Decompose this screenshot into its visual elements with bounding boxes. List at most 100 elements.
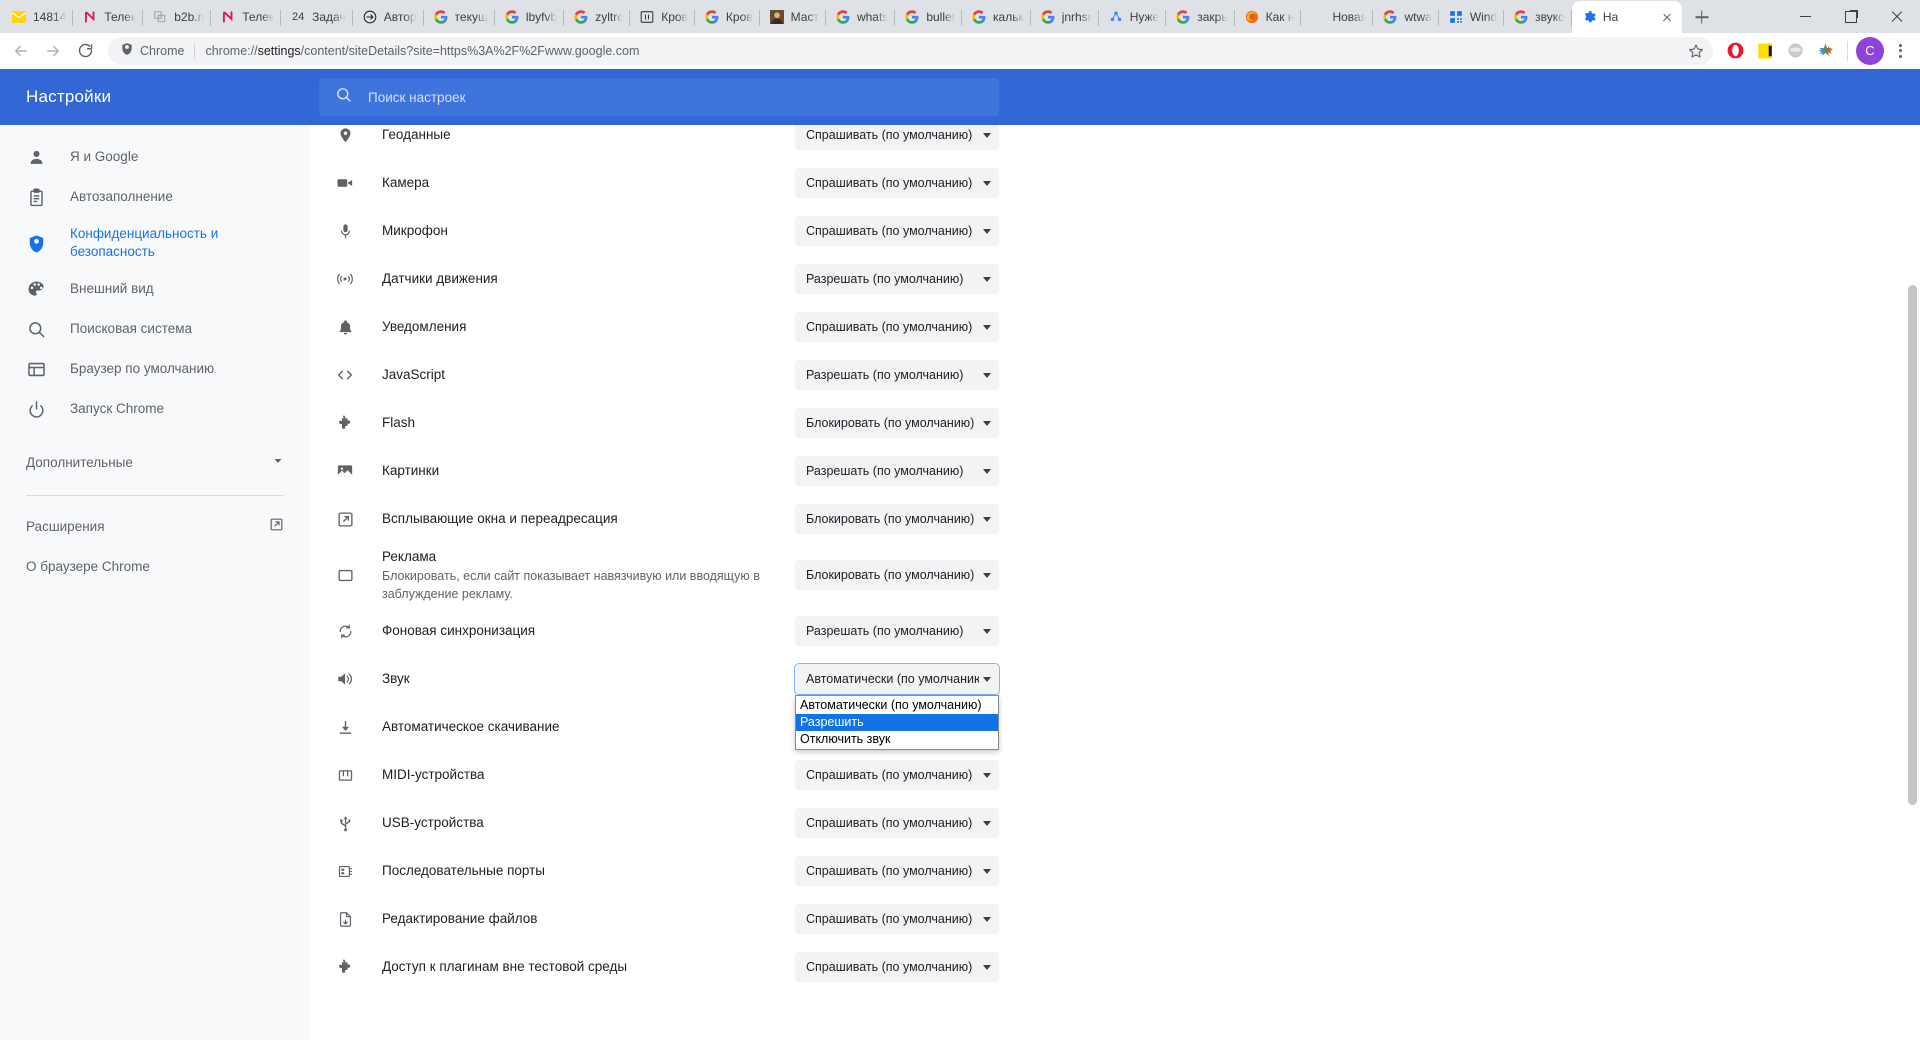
dropdown-option[interactable]: Автоматически (по умолчанию) (796, 697, 998, 714)
permission-select[interactable]: Спрашивать (по умолчанию) (795, 904, 999, 934)
settings-search-box[interactable] (319, 78, 999, 116)
minimize-button[interactable] (1782, 0, 1828, 33)
tab[interactable]: lbyfvb (495, 1, 564, 33)
forward-button[interactable] (38, 36, 68, 66)
permission-select[interactable]: Автоматически (по умолчанию) (795, 664, 999, 694)
reload-button[interactable] (70, 36, 100, 66)
permission-select[interactable]: Спрашивать (по умолчанию) (795, 808, 999, 838)
sidebar-item-3[interactable]: Внешний вид (0, 269, 290, 309)
tab[interactable]: Кров (630, 1, 695, 33)
sidebar-item-about-chrome[interactable]: О браузере Chrome (0, 546, 310, 586)
permission-label: Всплывающие окна и переадресация (382, 509, 783, 529)
close-window-button[interactable] (1874, 0, 1920, 33)
permission-text: Микрофон (382, 221, 795, 241)
permission-select-wrapper: Спрашивать (по умолчанию) (795, 856, 999, 886)
tab[interactable]: Автор (353, 1, 424, 33)
google-icon (1382, 9, 1398, 25)
permission-select[interactable]: Блокировать (по умолчанию) (795, 560, 999, 590)
permission-row: Последовательные портыСпрашивать (по умо… (319, 847, 999, 895)
tab[interactable]: звуко (1504, 1, 1572, 33)
permission-select[interactable]: Разрешать (по умолчанию) (795, 360, 999, 390)
tab[interactable]: 14814 (2, 1, 73, 33)
sidebar-item-1[interactable]: Автозаполнение (0, 177, 290, 217)
sidebar-item-4[interactable]: Поисковая система (0, 309, 290, 349)
back-button[interactable] (6, 36, 36, 66)
permission-select[interactable]: Блокировать (по умолчанию) (795, 408, 999, 438)
tab[interactable]: Нуже (1099, 1, 1167, 33)
permission-select[interactable]: Блокировать (по умолчанию) (795, 504, 999, 534)
tab[interactable]: Телек (73, 1, 143, 33)
permission-select[interactable]: Разрешать (по умолчанию) (795, 616, 999, 646)
scrollbar-thumb[interactable] (1908, 285, 1917, 805)
tab[interactable]: Как н (1235, 1, 1302, 33)
chrome-menu-icon[interactable] (1886, 37, 1914, 65)
tab[interactable]: Wind (1439, 1, 1504, 33)
search-input[interactable] (368, 90, 983, 105)
tab[interactable]: 24Задач (281, 1, 353, 33)
permission-select-wrapper: Спрашивать (по умолчанию) (795, 760, 999, 790)
dropdown-option[interactable]: Разрешить (796, 714, 998, 731)
permission-select[interactable]: Спрашивать (по умолчанию) (795, 312, 999, 342)
sound-dropdown-list[interactable]: Автоматически (по умолчанию)РазрешитьОтк… (795, 695, 999, 750)
tab[interactable]: jnrhsr (1031, 1, 1099, 33)
toolbar-divider (1847, 41, 1848, 61)
sidebar-item-2[interactable]: Конфиденциальность ибезопасность (0, 217, 290, 269)
permission-select[interactable]: Разрешать (по умолчанию) (795, 456, 999, 486)
tab[interactable]: whats (826, 1, 895, 33)
tab[interactable]: zyltrc (564, 1, 630, 33)
sidebar-item-0[interactable]: Я и Google (0, 137, 290, 177)
avatar[interactable]: C (1856, 37, 1884, 65)
page-scrollbar[interactable] (1905, 125, 1920, 1040)
permission-text: Датчики движения (382, 269, 795, 289)
chevron-down-icon (983, 773, 991, 778)
permission-label: MIDI-устройства (382, 765, 783, 785)
dropdown-option[interactable]: Отключить звук (796, 731, 998, 748)
permission-select-value: Блокировать (по умолчанию) (806, 512, 979, 526)
tab-active[interactable]: На (1572, 1, 1682, 33)
security-chip[interactable]: Chrome (120, 42, 184, 59)
permission-select[interactable]: Разрешать (по умолчанию) (795, 264, 999, 294)
grey-circle-icon[interactable] (1781, 37, 1809, 65)
sidebar-item-extensions[interactable]: Расширения (0, 506, 310, 546)
qr-icon (1448, 9, 1464, 25)
tab[interactable]: закрь (1166, 1, 1234, 33)
colorful-star-icon[interactable] (1811, 37, 1839, 65)
new-tab-button[interactable] (1688, 3, 1716, 31)
permission-row: УведомленияСпрашивать (по умолчанию) (319, 303, 999, 351)
permission-select-value: Спрашивать (по умолчанию) (806, 224, 979, 238)
tab[interactable]: Маст (760, 1, 826, 33)
permission-select[interactable]: Спрашивать (по умолчанию) (795, 952, 999, 982)
tab[interactable]: bullet (895, 1, 962, 33)
tab[interactable]: Кров (695, 1, 760, 33)
permission-select-wrapper: Спрашивать (по умолчанию) (795, 168, 999, 198)
permission-select[interactable]: Спрашивать (по умолчанию) (795, 168, 999, 198)
sidebar-item-advanced[interactable]: Дополнительные (0, 441, 310, 483)
ozon-icon (220, 9, 236, 25)
tab[interactable]: кальк (962, 1, 1031, 33)
address-bar[interactable]: Chrome chrome://settings/content/siteDet… (108, 37, 1713, 65)
bookmark-star-icon[interactable] (1683, 38, 1709, 64)
google-icon (504, 9, 520, 25)
permission-select-wrapper: Разрешать (по умолчанию) (795, 456, 999, 486)
yellow-note-icon[interactable] (1751, 37, 1779, 65)
tab[interactable]: b2b.n (143, 1, 211, 33)
permission-row: Всплывающие окна и переадресация Блокиров… (319, 495, 999, 543)
tab-close-icon[interactable] (1659, 9, 1675, 25)
sidebar-item-5[interactable]: Браузер по умолчанию (0, 349, 290, 389)
tab[interactable]: текущ (424, 1, 495, 33)
opera-vpn-icon[interactable] (1721, 37, 1749, 65)
permission-select[interactable]: Спрашивать (по умолчанию) (795, 856, 999, 886)
permission-label: Доступ к плагинам вне тестовой среды (382, 957, 783, 977)
permission-select[interactable]: Спрашивать (по умолчанию) (795, 760, 999, 790)
tab-title: Телек (242, 10, 274, 24)
permission-select[interactable]: Спрашивать (по умолчанию) (795, 216, 999, 246)
maximize-button[interactable] (1828, 0, 1874, 33)
microphone-icon (335, 221, 355, 241)
chevron-down-icon (983, 181, 991, 186)
tab[interactable]: Новая вкл (1301, 1, 1373, 33)
sidebar-item-6[interactable]: Запуск Chrome (0, 389, 290, 429)
tab[interactable]: Телек (211, 1, 281, 33)
tab[interactable]: wtwa (1373, 1, 1438, 33)
permission-select[interactable]: Спрашивать (по умолчанию) (795, 125, 999, 150)
chevron-down-icon (983, 229, 991, 234)
